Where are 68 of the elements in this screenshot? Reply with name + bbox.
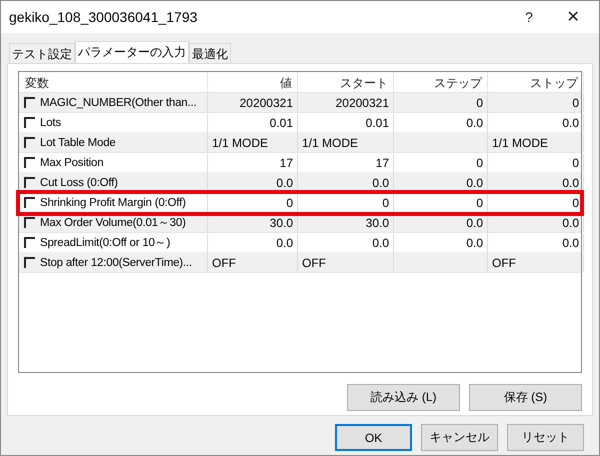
table-cell: 20200321 (336, 96, 389, 110)
checkbox[interactable] (24, 217, 35, 228)
checkbox[interactable] (24, 117, 35, 128)
table-cell: 17 (280, 156, 293, 170)
parameter-name: Lots (40, 116, 61, 128)
table-cell: 0.0 (562, 236, 579, 250)
table-cell: 30.0 (366, 216, 389, 230)
tab[interactable]: テスト設定 (9, 43, 75, 63)
window-title: gekiko_108_300036041_1793 (9, 9, 198, 25)
close-button[interactable]: ✕ (551, 2, 595, 32)
table-cell: 0.0 (466, 216, 483, 230)
checkbox[interactable] (24, 137, 35, 148)
table-cell: 0 (572, 196, 579, 210)
table-cell: 0.0 (562, 176, 579, 190)
table-cell: 0 (572, 156, 579, 170)
table-cell: 0.01 (366, 116, 389, 130)
column-header: 変数 (19, 72, 208, 92)
parameter-name: Max Position (40, 156, 104, 168)
checkbox[interactable] (24, 197, 35, 208)
parameter-name: Shrinking Profit Margin (0:Off) (40, 196, 186, 208)
checkbox[interactable] (24, 237, 35, 248)
dialog-button[interactable]: OK (335, 424, 412, 451)
table-cell: 0.0 (562, 116, 579, 130)
table-cell: 1/1 MODE (212, 136, 268, 150)
table-cell: 0 (476, 96, 483, 110)
checkbox[interactable] (24, 257, 35, 268)
help-button[interactable]: ? (507, 2, 551, 32)
table-cell: 0 (572, 96, 579, 110)
table-cell: 0.0 (466, 236, 483, 250)
table-cell: 30.0 (270, 216, 293, 230)
table-cell: 0.0 (466, 176, 483, 190)
parameter-name: Lot Table Mode (40, 136, 116, 148)
dialog-button[interactable]: リセット (507, 424, 584, 451)
column-header: ステップ (394, 72, 488, 92)
table-cell: 20200321 (240, 96, 293, 110)
checkbox[interactable] (24, 177, 35, 188)
tab[interactable]: 最適化 (189, 43, 231, 63)
parameter-name: Cut Loss (0:Off) (40, 176, 118, 188)
table-cell: 0.0 (372, 176, 389, 190)
file-button[interactable]: 保存 (S) (469, 384, 582, 411)
table-cell: OFF (492, 256, 516, 270)
table-cell: 0.0 (372, 236, 389, 250)
column-header: ストップ (488, 72, 584, 92)
table-cell: 0.0 (276, 236, 293, 250)
file-button[interactable]: 読み込み (L) (347, 384, 460, 411)
table-cell: 0 (476, 196, 483, 210)
table-cell: 0.0 (562, 216, 579, 230)
table-cell: 1/1 MODE (492, 136, 548, 150)
table-cell: 0.01 (270, 116, 293, 130)
dialog-button[interactable]: キャンセル (421, 424, 498, 451)
table-cell: 1/1 MODE (302, 136, 358, 150)
table-cell: OFF (212, 256, 236, 270)
checkbox[interactable] (24, 157, 35, 168)
parameter-name: MAGIC_NUMBER(Other than... (40, 96, 196, 108)
parameter-name: Max Order Volume(0.01～30) (40, 216, 186, 230)
column-header: 値 (208, 72, 298, 92)
table-cell: 0 (286, 196, 293, 210)
parameter-name: SpreadLimit(0:Off or 10～) (40, 236, 170, 250)
table-cell: OFF (302, 256, 326, 270)
parameter-name: Stop after 12:00(ServerTime)... (40, 256, 192, 268)
table-cell: 0 (382, 196, 389, 210)
table-cell: 0 (476, 156, 483, 170)
column-header: スタート (298, 72, 394, 92)
table-cell: 0.0 (466, 116, 483, 130)
table-cell: 0.0 (276, 176, 293, 190)
checkbox[interactable] (24, 97, 35, 108)
table-cell: 17 (376, 156, 389, 170)
tab[interactable]: パラメーターの入力 (75, 41, 189, 63)
